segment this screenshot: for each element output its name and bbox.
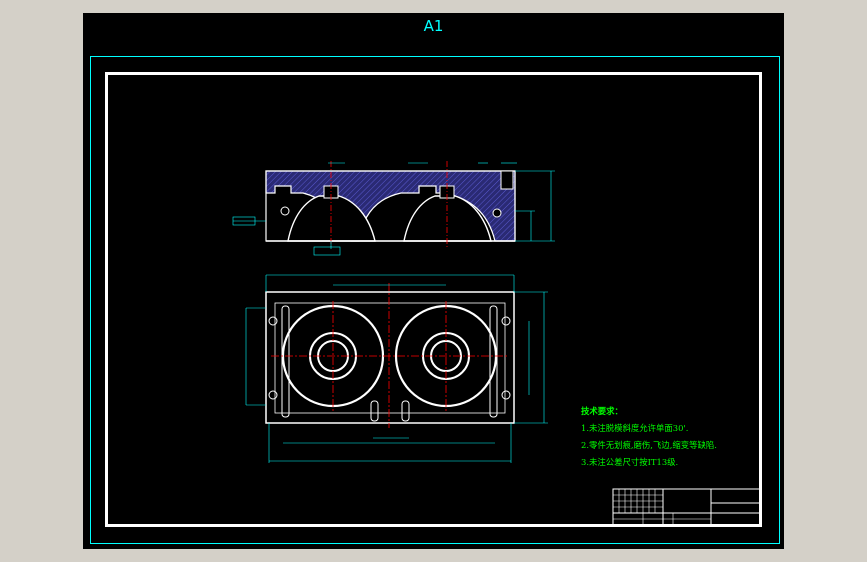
plan-centerlines bbox=[271, 283, 509, 428]
right-pin-hole bbox=[492, 208, 502, 218]
hole-br bbox=[501, 390, 511, 400]
note-item-2: 2.零件无划痕,磨伤,飞边,缩变等缺陷. bbox=[581, 440, 717, 450]
hole-tr bbox=[501, 316, 511, 326]
hole-tl bbox=[268, 316, 278, 326]
note-item-1: 1.未注脱模斜度允许单面30'. bbox=[581, 423, 689, 433]
notes-heading: 技术要求： bbox=[581, 406, 623, 416]
hole-bl bbox=[268, 390, 278, 400]
plate-outline bbox=[265, 291, 515, 424]
section-view bbox=[232, 161, 555, 256]
left-pin-hole bbox=[280, 206, 290, 216]
title-block bbox=[612, 488, 762, 526]
note-item-3: 3.未注公差尺寸按IT13级. bbox=[581, 457, 679, 467]
technical-requirements: 技术要求： 1.未注脱模斜度允许单面30'. 2.零件无划痕,磨伤,飞边,缩变等… bbox=[581, 403, 717, 471]
right-slot bbox=[500, 170, 514, 190]
cad-drawing-canvas[interactable]: A1 技术要求： 1.未注脱模斜度允许单面30'. 2.零件无划痕,磨伤,飞边,… bbox=[83, 13, 784, 549]
guide-slots bbox=[281, 305, 498, 422]
plan-view bbox=[245, 274, 548, 463]
